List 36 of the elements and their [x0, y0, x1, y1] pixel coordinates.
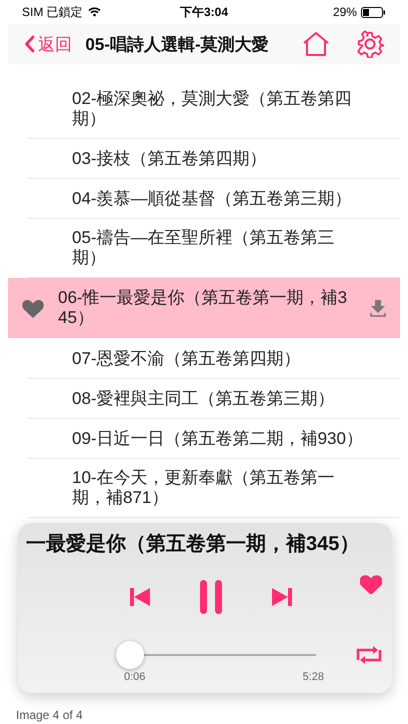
song-title: 09-日近一日（第五卷第二期，補930） [72, 428, 364, 450]
battery-icon [360, 6, 386, 18]
song-row[interactable]: 07-恩愛不渝（第五卷第四期） [28, 339, 400, 379]
next-button[interactable] [271, 587, 293, 607]
progress-thumb[interactable] [116, 641, 144, 669]
song-title: 05-禱告—在至聖所裡（第五卷第三期） [72, 227, 336, 269]
song-title: 04-羨慕—順從基督（第五卷第三期） [72, 188, 353, 210]
image-caption: Image 4 of 4 [16, 708, 83, 722]
song-row[interactable]: 10-在今天，更新奉獻（第五卷第一期，補871） [28, 459, 400, 518]
back-chevron-icon[interactable] [24, 35, 35, 53]
song-row[interactable]: 09-日近一日（第五卷第二期，補930） [28, 419, 400, 459]
selected-song-row[interactable]: 06-惟一最愛是你（第五卷第一期，補345） [8, 278, 400, 339]
song-title: 03-接枝（第五卷第四期） [72, 148, 268, 170]
download-icon[interactable] [370, 299, 386, 317]
pause-button[interactable] [199, 579, 223, 615]
clock-time: 下午3:04 [180, 4, 228, 18]
song-title: 08-愛裡與主同工（第五卷第三期） [72, 388, 336, 410]
page-title: 05-唱詩人選輯-莫測大愛 [84, 34, 270, 56]
duration-time: 5:28 [302, 671, 324, 683]
heart-icon[interactable] [22, 298, 44, 318]
now-playing-title: 一最愛是你（第五卷第一期，補345） [26, 532, 360, 557]
song-title: 07-恩愛不渝（第五卷第四期） [72, 348, 302, 370]
song-row[interactable]: 03-接枝（第五卷第四期） [28, 139, 400, 179]
wifi-icon [88, 7, 101, 17]
carrier-label: SIM 已鎖定 [22, 4, 83, 20]
song-title: 02-極深奧祕，莫測大愛（第五卷第四期） [72, 88, 353, 130]
elapsed-time: 0:06 [124, 671, 146, 683]
song-title: 10-在今天，更新奉獻（第五卷第一期，補871） [72, 467, 336, 509]
battery-percent: 29% [332, 5, 357, 19]
previous-button[interactable] [129, 587, 151, 607]
song-title: 06-惟一最愛是你（第五卷第一期，補345） [58, 287, 348, 329]
repeat-icon[interactable] [356, 646, 382, 664]
song-row[interactable]: 04-羨慕—順從基督（第五卷第三期） [28, 179, 400, 219]
song-row[interactable]: 02-極深奧祕，莫測大愛（第五卷第四期） [28, 80, 400, 139]
song-row[interactable]: 08-愛裡與主同工（第五卷第三期） [28, 379, 400, 419]
heart-icon[interactable] [360, 575, 382, 594]
